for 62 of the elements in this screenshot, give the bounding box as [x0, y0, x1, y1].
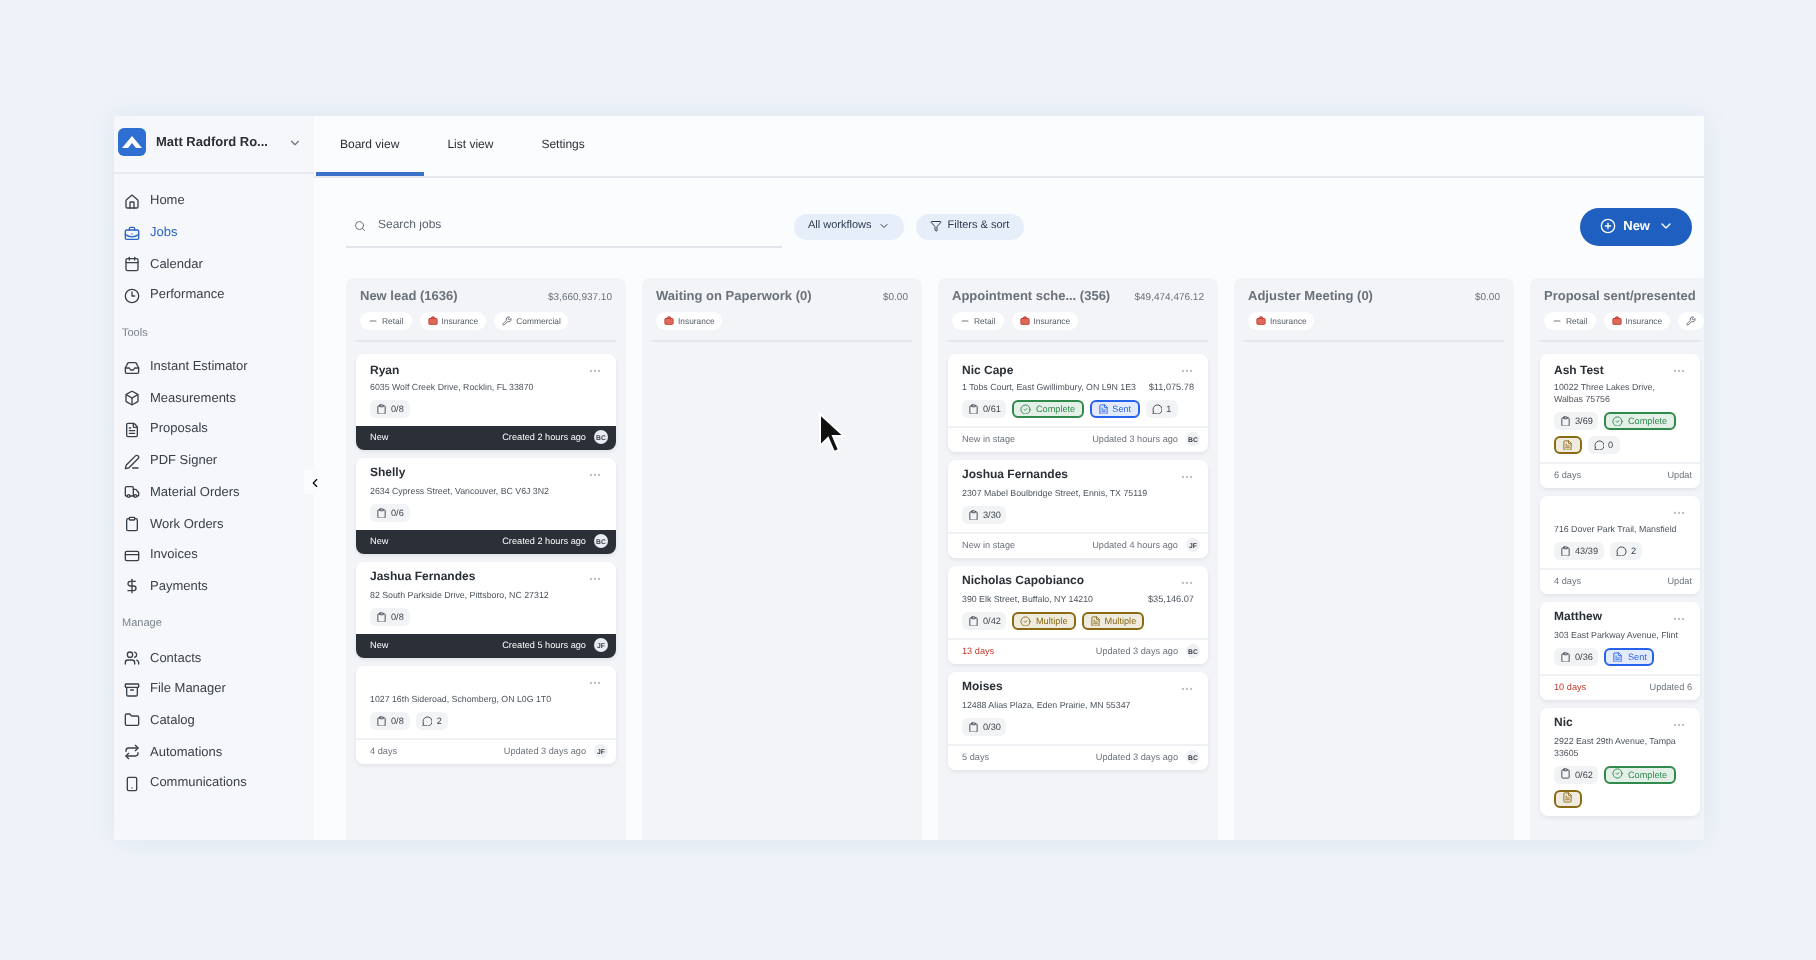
briefcase-icon — [1611, 316, 1622, 326]
briefcase-icon — [664, 316, 674, 326]
clipboard-icon — [968, 403, 979, 415]
document-icon — [1089, 615, 1101, 627]
check-circle-icon — [1612, 415, 1624, 427]
clipboard-icon — [1560, 415, 1571, 427]
clipboard-icon — [1560, 768, 1571, 780]
comment-icon — [421, 715, 433, 726]
clock-icon — [124, 287, 140, 304]
clipboard-icon — [124, 516, 140, 533]
check-circle-icon — [1020, 403, 1032, 415]
filter-icon — [929, 220, 942, 232]
briefcase-icon — [427, 316, 438, 326]
clipboard-icon — [376, 611, 387, 623]
clipboard-icon — [968, 721, 979, 732]
workflow-tag[interactable] — [1678, 312, 1704, 330]
folder-icon — [124, 712, 140, 729]
calendar-icon — [124, 256, 140, 273]
clipboard-icon — [376, 715, 387, 726]
wrench-icon — [502, 316, 513, 326]
briefcase-icon — [1256, 316, 1266, 326]
chevron-down-icon — [1658, 218, 1674, 234]
wrench-icon — [1686, 316, 1697, 326]
collapse-button[interactable] — [304, 470, 324, 494]
dash-icon — [1552, 316, 1562, 326]
people-icon — [124, 650, 140, 667]
home-icon — [124, 193, 140, 210]
chevron-down-icon[interactable] — [288, 135, 302, 149]
archive-icon — [124, 681, 140, 698]
document-icon — [1562, 792, 1573, 804]
dollar-icon — [124, 578, 140, 595]
document-icon — [1562, 439, 1573, 451]
comment-icon — [1616, 545, 1627, 557]
dash-icon — [368, 316, 378, 326]
pen-icon — [124, 453, 140, 470]
search-icon — [354, 219, 366, 231]
clipboard-icon — [376, 507, 387, 519]
clipboard-icon — [968, 509, 979, 521]
document-icon — [124, 421, 140, 438]
dash-icon — [960, 316, 970, 326]
comment-icon — [1151, 403, 1163, 415]
briefcase-icon — [124, 225, 140, 242]
check-circle-icon — [1020, 615, 1032, 627]
document-icon — [1097, 403, 1109, 415]
document-icon — [1612, 651, 1624, 662]
card-icon — [124, 547, 140, 564]
truck-icon — [124, 484, 140, 501]
phone-icon — [124, 775, 140, 792]
comment-icon — [1593, 439, 1604, 451]
cursor-icon — [818, 412, 846, 456]
clipboard-icon — [1560, 651, 1571, 662]
clipboard-icon — [1560, 545, 1571, 557]
briefcase-icon — [1019, 316, 1030, 326]
chevron-left-icon — [307, 475, 321, 489]
cube-icon — [124, 390, 140, 407]
inbox-icon — [124, 359, 140, 376]
repeat-icon — [124, 744, 140, 761]
check-circle-icon — [1612, 768, 1624, 780]
chevron-down-icon — [877, 220, 890, 232]
clipboard-icon — [968, 615, 979, 627]
plus-icon — [1599, 218, 1616, 234]
clipboard-icon — [376, 403, 387, 415]
